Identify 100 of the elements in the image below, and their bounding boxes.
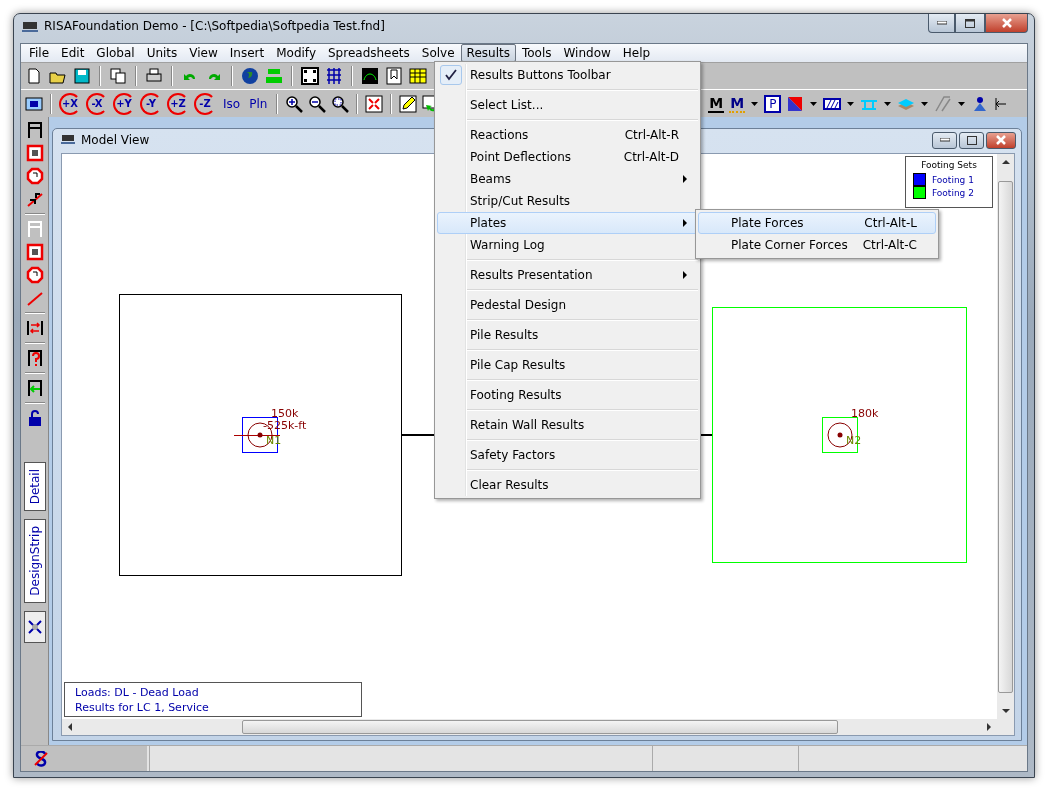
menu-item[interactable]: Plates bbox=[437, 212, 698, 234]
grid-icon[interactable] bbox=[325, 67, 343, 85]
minimize-button[interactable] bbox=[932, 131, 957, 149]
check-icon bbox=[445, 69, 457, 81]
globe-icon[interactable] bbox=[241, 67, 259, 85]
menu-item[interactable]: Help bbox=[616, 44, 657, 62]
menu-item[interactable]: Pedestal Design bbox=[437, 294, 698, 316]
legend-label: Footing 2 bbox=[932, 187, 974, 198]
question-icon[interactable] bbox=[25, 349, 44, 367]
restore-button[interactable] bbox=[959, 131, 984, 149]
tools-icon[interactable] bbox=[25, 618, 44, 636]
rotate-view-button[interactable]: +Z bbox=[167, 92, 189, 115]
scroll-right-icon[interactable] bbox=[987, 723, 992, 731]
square-icon[interactable] bbox=[25, 144, 44, 162]
octagon-icon[interactable] bbox=[25, 266, 44, 284]
menu-item[interactable]: View bbox=[183, 44, 224, 62]
maximize-button[interactable] bbox=[955, 14, 985, 33]
swap-icon[interactable] bbox=[25, 319, 44, 337]
diagonal-line-icon[interactable] bbox=[25, 190, 44, 208]
plate-results-button[interactable]: P bbox=[764, 94, 782, 113]
legend-label: Footing 1 bbox=[932, 174, 974, 185]
spreadsheet-icon[interactable] bbox=[409, 67, 427, 85]
menu-item[interactable]: Window bbox=[557, 44, 617, 62]
menu-item[interactable]: Safety Factors bbox=[437, 444, 698, 466]
view-button[interactable]: Iso bbox=[221, 96, 243, 111]
side-tab[interactable]: Detail bbox=[23, 462, 46, 512]
fit-icon[interactable] bbox=[365, 94, 384, 113]
legend-title: Footing Sets bbox=[921, 160, 977, 170]
window-title: RISAFoundation Demo - [C:\Softpedia\Softpedia Test.fnd] bbox=[44, 19, 385, 33]
scroll-down-icon[interactable] bbox=[1001, 709, 1010, 714]
scroll-up-icon[interactable] bbox=[1001, 159, 1010, 164]
rotate-view-button[interactable]: +X bbox=[59, 92, 81, 115]
scroll-thumb[interactable] bbox=[998, 180, 1013, 693]
menu-item[interactable]: Solve bbox=[415, 44, 461, 62]
save-icon[interactable] bbox=[73, 67, 91, 85]
zoom-box-icon[interactable] bbox=[331, 94, 350, 113]
plot-icon[interactable] bbox=[361, 67, 379, 85]
split-square-icon[interactable] bbox=[786, 94, 805, 113]
pencil-icon[interactable] bbox=[399, 94, 418, 113]
info-text: Results for LC 1, Service bbox=[75, 700, 210, 715]
maximize-icon bbox=[965, 18, 975, 28]
menu-item[interactable]: Edit bbox=[55, 44, 91, 62]
menu-item[interactable]: Beams bbox=[437, 168, 698, 190]
menu-item[interactable]: Plate Forces Ctrl-Alt-L bbox=[698, 212, 936, 234]
arrow-frame-icon[interactable] bbox=[25, 379, 44, 397]
menu-item[interactable]: Results Presentation bbox=[437, 264, 698, 286]
info-text: Loads: DL - Dead Load bbox=[75, 685, 200, 700]
app-icon bbox=[61, 135, 75, 145]
bookmark-icon[interactable] bbox=[385, 67, 403, 85]
minimize-button[interactable] bbox=[928, 14, 955, 33]
frame-icon[interactable] bbox=[301, 67, 319, 85]
rotate-view-button[interactable]: +Y bbox=[113, 92, 135, 115]
tool-button[interactable] bbox=[23, 611, 46, 643]
menu-item[interactable]: Modify bbox=[270, 44, 322, 62]
frame-icon[interactable] bbox=[25, 121, 44, 139]
new-file-icon[interactable] bbox=[25, 67, 43, 85]
vertical-scrollbar[interactable] bbox=[997, 154, 1014, 719]
display-icon[interactable] bbox=[25, 94, 43, 113]
menu-item[interactable]: Retain Wall Results bbox=[437, 414, 698, 436]
submenu-arrow-icon bbox=[683, 219, 688, 227]
moment-results-button[interactable]: M bbox=[708, 94, 725, 113]
zoom-out-icon[interactable] bbox=[308, 94, 327, 113]
menu-item[interactable]: Warning Log bbox=[437, 234, 698, 256]
copy-icon[interactable] bbox=[109, 67, 127, 85]
side-tab[interactable]: DesignStrip bbox=[23, 519, 46, 603]
menu-item[interactable]: Reactions Ctrl-Alt-R bbox=[437, 124, 698, 146]
menu-item[interactable]: Spreadsheets bbox=[322, 44, 416, 62]
menu-item[interactable]: Footing Results bbox=[437, 384, 698, 406]
moment-results-button[interactable]: M bbox=[729, 94, 746, 113]
minimize-icon bbox=[936, 21, 947, 25]
menu-item[interactable]: Pile Results bbox=[437, 324, 698, 346]
menu-item[interactable]: Results Buttons Toolbar bbox=[437, 64, 698, 86]
menu-item[interactable]: Results bbox=[460, 44, 516, 62]
octagon-icon[interactable] bbox=[25, 167, 44, 185]
menu-item[interactable]: Point Deflections Ctrl-Alt-D bbox=[437, 146, 698, 168]
zoom-in-icon[interactable] bbox=[285, 94, 304, 113]
menu-item[interactable]: File bbox=[23, 44, 56, 62]
view-button[interactable]: Pln bbox=[247, 96, 270, 111]
restore-icon bbox=[966, 135, 977, 145]
horizontal-scrollbar[interactable] bbox=[62, 719, 1014, 735]
window-title: Model View bbox=[81, 133, 150, 147]
close-icon bbox=[1000, 18, 1013, 28]
menu-item[interactable]: Insert bbox=[223, 44, 271, 62]
square-icon[interactable] bbox=[25, 243, 44, 261]
status-icon bbox=[33, 750, 49, 767]
menu-item[interactable]: Clear Results bbox=[437, 474, 698, 496]
menu-item[interactable]: Tools bbox=[515, 44, 558, 62]
menu-item[interactable]: Plate Corner Forces Ctrl-Alt-C bbox=[698, 234, 936, 256]
scroll-left-icon[interactable] bbox=[67, 723, 72, 731]
close-button[interactable] bbox=[985, 14, 1028, 33]
menu-item[interactable]: Select List... bbox=[437, 94, 698, 116]
menu-item[interactable]: Units bbox=[140, 44, 184, 62]
menu-item[interactable]: Global bbox=[90, 44, 141, 62]
close-button[interactable] bbox=[986, 131, 1016, 149]
print-icon[interactable] bbox=[145, 67, 163, 85]
load-label: 180k bbox=[851, 408, 879, 420]
scroll-thumb[interactable] bbox=[242, 720, 838, 734]
menu-item[interactable]: Strip/Cut Results bbox=[437, 190, 698, 212]
menu-item[interactable]: Pile Cap Results bbox=[437, 354, 698, 376]
submenu-arrow-icon bbox=[683, 175, 688, 183]
